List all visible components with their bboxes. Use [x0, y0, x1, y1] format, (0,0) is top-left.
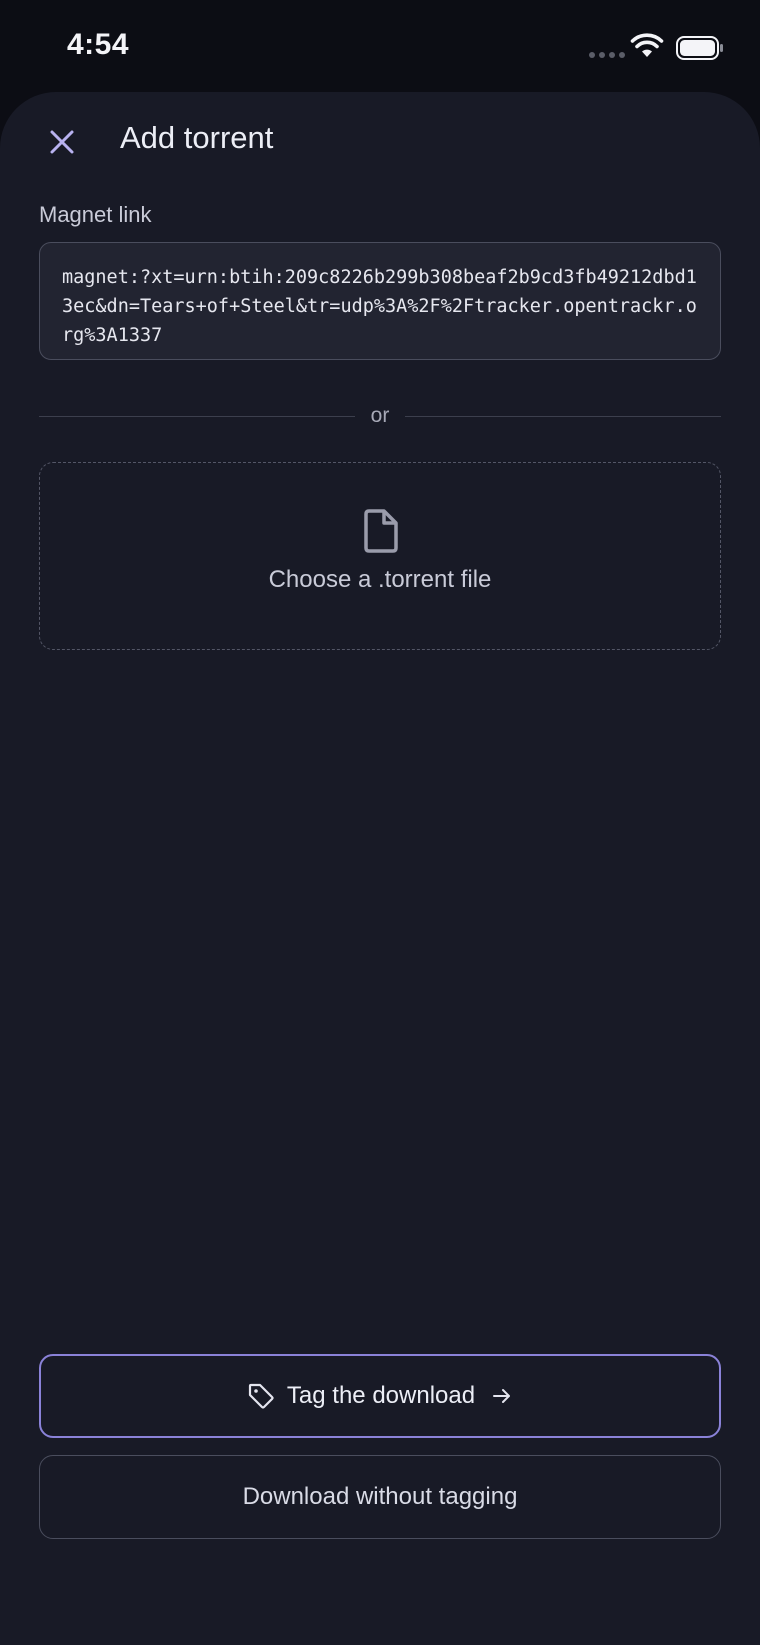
tag-icon: [248, 1383, 274, 1409]
page-title: Add torrent: [120, 120, 274, 155]
arrow-right-icon: [493, 1389, 511, 1403]
add-torrent-sheet: Add torrent Magnet link magnet:?xt=urn:b…: [0, 92, 760, 1645]
divider-line-right: [405, 416, 721, 417]
download-without-tagging-button[interactable]: Download without tagging: [39, 1455, 721, 1539]
choose-file-label: Choose a .torrent file: [268, 566, 492, 593]
choose-torrent-file-button[interactable]: Choose a .torrent file: [39, 462, 721, 650]
tag-download-label: Tag the download: [286, 1382, 476, 1409]
tag-download-button[interactable]: Tag the download: [39, 1354, 721, 1438]
download-without-tagging-label: Download without tagging: [242, 1483, 518, 1510]
status-time: 4:54: [67, 28, 130, 61]
wifi-icon: [630, 33, 664, 57]
magnet-link-input[interactable]: magnet:?xt=urn:btih:209c8226b299b308beaf…: [39, 242, 721, 360]
file-icon: [364, 509, 398, 553]
cellular-signal-icon: [589, 52, 625, 58]
magnet-link-label: Magnet link: [39, 202, 152, 227]
battery-icon: [676, 36, 723, 60]
or-divider: or: [39, 402, 721, 432]
close-icon: [50, 130, 74, 154]
close-button[interactable]: [38, 118, 86, 166]
status-bar: 4:54: [0, 0, 760, 92]
